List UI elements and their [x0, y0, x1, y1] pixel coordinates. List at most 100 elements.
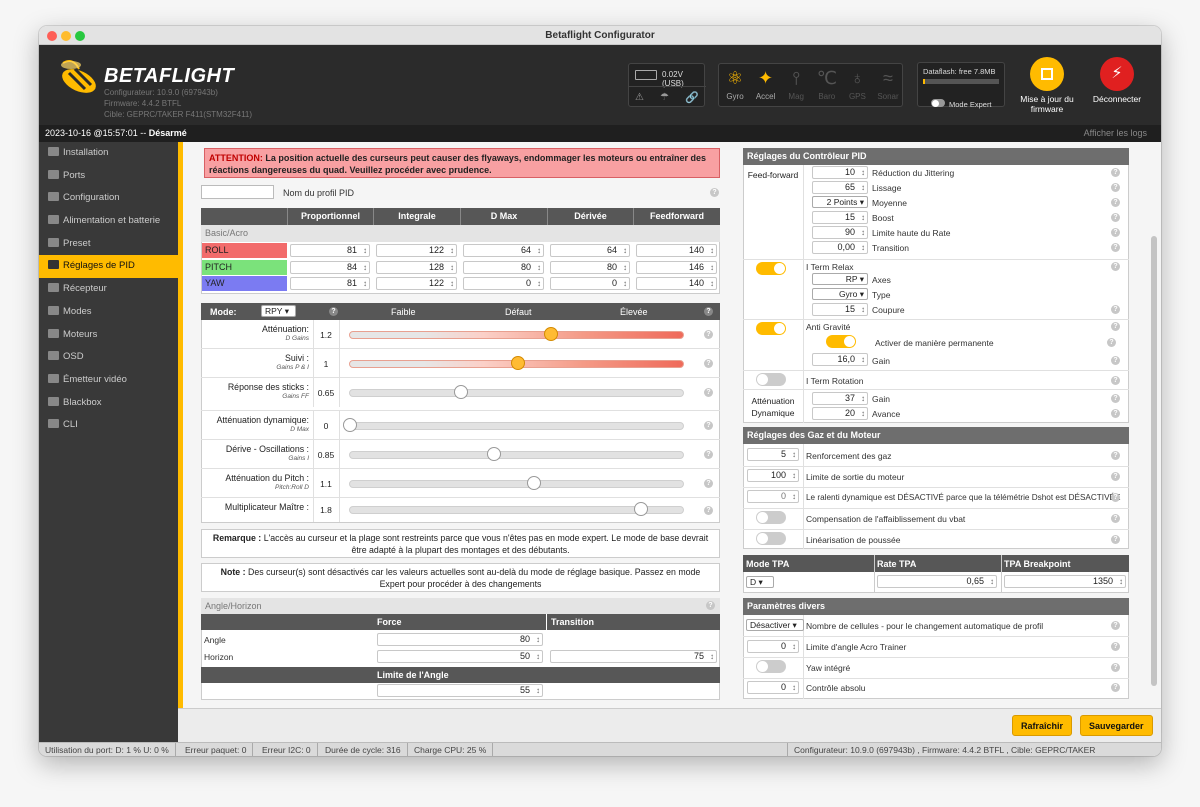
anti-gravity-gain-help-icon[interactable]: ?: [1111, 356, 1120, 365]
tpa-breakpoint-input[interactable]: 1350: [1004, 575, 1126, 588]
sidebar-item-osd[interactable]: OSD: [39, 346, 178, 369]
ff-help-icon[interactable]: ?: [1111, 168, 1120, 177]
slider-help-icon[interactable]: ?: [704, 359, 713, 368]
slider-thumb-1[interactable]: [510, 355, 525, 370]
slider-track-0[interactable]: [349, 330, 684, 339]
pitch-d-riv-e-input[interactable]: 80: [550, 260, 630, 274]
sidebar-item-r-glages-de-pid[interactable]: Réglages de PID: [39, 255, 178, 279]
sidebar-item-blackbox[interactable]: Blackbox: [39, 392, 178, 415]
ff-input-0[interactable]: 10: [812, 166, 868, 179]
integrated-yaw-help-icon[interactable]: ?: [1111, 663, 1120, 672]
pitch-feedforward-input[interactable]: 146: [636, 260, 717, 274]
iterm-relax-toggle[interactable]: [756, 262, 786, 275]
yaw-integrale-input[interactable]: 122: [376, 277, 457, 290]
iterm-relax-help-icon[interactable]: ?: [1111, 262, 1120, 271]
sidebar-item-preset[interactable]: Preset: [39, 233, 178, 256]
throttle-boost-input[interactable]: 5: [747, 448, 799, 461]
yaw-feedforward-input[interactable]: 140: [636, 277, 717, 290]
slider-help-icon[interactable]: ?: [704, 479, 713, 488]
motor-limit-input[interactable]: 100: [747, 469, 799, 482]
angle-force-input[interactable]: 80: [377, 633, 543, 646]
iterm-rotation-help-icon[interactable]: ?: [1111, 376, 1120, 385]
roll-d-max-input[interactable]: 64: [463, 244, 544, 257]
pitch-proportionnel-input[interactable]: 84: [290, 260, 370, 274]
refresh-button[interactable]: Rafraîchir: [1012, 715, 1073, 736]
slider-thumb-2[interactable]: [453, 384, 468, 399]
slider-thumb-4[interactable]: [487, 446, 502, 461]
type-select[interactable]: Gyro ▾: [812, 288, 868, 300]
tpa-rate-input[interactable]: 0,65: [877, 575, 997, 588]
horizon-transition-input[interactable]: 75: [550, 650, 717, 663]
slider-help-icon[interactable]: ?: [704, 450, 713, 459]
ff-averaging-select[interactable]: 2 Points ▾: [812, 196, 868, 208]
slider-thumb-3[interactable]: [343, 417, 357, 432]
absolute-control-help-icon[interactable]: ?: [1111, 683, 1120, 692]
cutoff-help-icon[interactable]: ?: [1111, 305, 1120, 314]
firmware-update-button[interactable]: Mise à jour du firmware: [1014, 57, 1080, 114]
dynamic-gain-input[interactable]: 37: [812, 392, 868, 405]
content-scrollbar[interactable]: [1151, 236, 1157, 686]
sidebar-item--metteur-vid-o[interactable]: Émetteur vidéo: [39, 369, 178, 392]
acro-trainer-input[interactable]: 0: [747, 640, 799, 653]
slider-track-5[interactable]: [349, 479, 684, 488]
dynamic-idle-help-icon[interactable]: ?: [1111, 493, 1120, 502]
slider-thumb-5[interactable]: [527, 475, 542, 490]
expert-mode-toggle[interactable]: [931, 99, 945, 107]
ff-help-icon[interactable]: ?: [1111, 183, 1120, 192]
tpa-mode-select[interactable]: D ▾: [746, 576, 774, 588]
dynamic-gain-help-icon[interactable]: ?: [1111, 394, 1120, 403]
yaw-d-riv-e-input[interactable]: 0: [550, 277, 630, 290]
axes-select[interactable]: RP ▾: [812, 273, 868, 285]
cell-count-help-icon[interactable]: ?: [1111, 621, 1120, 630]
zoom-window-icon[interactable]: [75, 31, 85, 41]
anti-gravity-toggle[interactable]: [756, 322, 786, 335]
slider-track-2[interactable]: [349, 388, 684, 397]
sidebar-item-modes[interactable]: Modes: [39, 301, 178, 324]
yaw-proportionnel-input[interactable]: 81: [290, 277, 370, 290]
ff-input-5[interactable]: 0,00: [812, 241, 868, 254]
angle-help-icon[interactable]: ?: [706, 601, 715, 610]
permanent-help-icon[interactable]: ?: [1107, 338, 1116, 347]
close-window-icon[interactable]: [47, 31, 57, 41]
save-button[interactable]: Sauvegarder: [1080, 715, 1153, 736]
roll-d-riv-e-input[interactable]: 64: [550, 244, 630, 257]
mode-help-icon[interactable]: ?: [329, 307, 338, 316]
slider-help-icon[interactable]: ?: [704, 388, 713, 397]
absolute-control-input[interactable]: 0: [747, 681, 799, 694]
show-logs-link[interactable]: Afficher les logs: [1084, 125, 1147, 142]
sidebar-item-configuration[interactable]: Configuration: [39, 187, 178, 210]
ff-help-icon[interactable]: ?: [1111, 243, 1120, 252]
dynamic-advance-input[interactable]: 20: [812, 407, 868, 420]
horizon-force-input[interactable]: 50: [377, 650, 543, 663]
thrust-linear-toggle[interactable]: [756, 532, 786, 545]
sidebar-item-ports[interactable]: Ports: [39, 165, 178, 188]
anti-gravity-help-icon[interactable]: ?: [1111, 322, 1120, 331]
sidebar-item-cli[interactable]: CLI: [39, 414, 178, 437]
anti-gravity-permanent-toggle[interactable]: [826, 335, 856, 348]
ff-help-icon[interactable]: ?: [1111, 198, 1120, 207]
slider-track-3[interactable]: [349, 421, 684, 430]
integrated-yaw-toggle[interactable]: [756, 660, 786, 673]
sidebar-item-r-cepteur[interactable]: Récepteur: [39, 278, 178, 301]
yaw-d-max-input[interactable]: 0: [463, 277, 544, 290]
profile-help-icon[interactable]: ?: [710, 188, 719, 197]
thrust-help-icon[interactable]: ?: [1111, 535, 1120, 544]
ff-help-icon[interactable]: ?: [1111, 228, 1120, 237]
cutoff-input[interactable]: 15: [812, 303, 868, 316]
vbat-compensation-toggle[interactable]: [756, 511, 786, 524]
anti-gravity-gain-input[interactable]: 16,0: [812, 353, 868, 366]
roll-feedforward-input[interactable]: 140: [636, 244, 717, 257]
slider-thumb-0[interactable]: [544, 326, 558, 341]
cell-count-select[interactable]: Désactiver ▾: [746, 619, 804, 631]
pitch-integrale-input[interactable]: 128: [376, 260, 457, 274]
profile-name-input[interactable]: [201, 185, 274, 199]
ff-input-3[interactable]: 15: [812, 211, 868, 224]
angle-limit-input[interactable]: 55: [377, 684, 543, 697]
acro-trainer-help-icon[interactable]: ?: [1111, 642, 1120, 651]
ff-input-1[interactable]: 65: [812, 181, 868, 194]
roll-integrale-input[interactable]: 122: [376, 244, 457, 257]
mode-select[interactable]: RPY ▾: [261, 305, 296, 317]
minimize-window-icon[interactable]: [61, 31, 71, 41]
slider-help-icon[interactable]: ?: [704, 330, 713, 339]
slider-header-help-icon[interactable]: ?: [704, 307, 713, 316]
